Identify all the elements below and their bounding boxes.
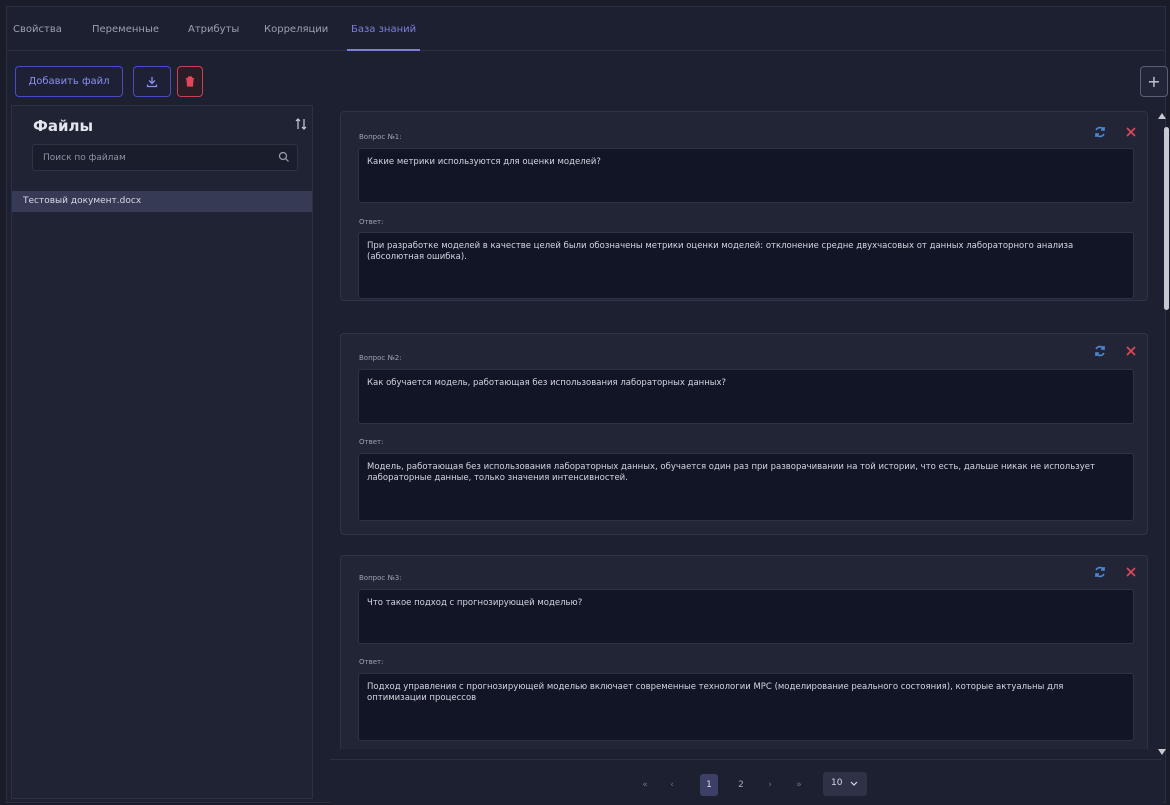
search-icon[interactable] bbox=[278, 151, 290, 163]
tab-properties[interactable]: Свойства bbox=[13, 24, 62, 51]
question-label: Вопрос №3: bbox=[359, 574, 402, 582]
refresh-icon[interactable] bbox=[1093, 344, 1107, 358]
refresh-icon[interactable] bbox=[1093, 125, 1107, 139]
qa-list: Вопрос №1: Какие метрики используются дл… bbox=[324, 105, 1156, 749]
scroll-down-icon[interactable] bbox=[1158, 749, 1166, 755]
app-window: Свойства Переменные Атрибуты Корреляции … bbox=[6, 6, 1169, 805]
first-page-button[interactable]: « bbox=[639, 774, 651, 796]
tab-correlations[interactable]: Корреляции bbox=[264, 24, 328, 51]
question-label: Вопрос №1: bbox=[359, 133, 402, 141]
close-icon[interactable] bbox=[1125, 345, 1137, 357]
delete-button[interactable] bbox=[177, 66, 203, 97]
page-size-select[interactable]: 10 bbox=[823, 772, 867, 796]
question-label: Вопрос №2: bbox=[359, 354, 402, 362]
close-icon[interactable] bbox=[1125, 126, 1137, 138]
answer-field[interactable]: При разработке моделей в качестве целей … bbox=[358, 232, 1134, 299]
close-icon[interactable] bbox=[1125, 566, 1137, 578]
files-sidebar: Файлы Тестовый документ.docx bbox=[11, 105, 313, 799]
last-page-button[interactable]: » bbox=[793, 774, 805, 796]
answer-label: Ответ: bbox=[359, 658, 384, 666]
download-button[interactable] bbox=[133, 66, 171, 97]
file-search-box bbox=[32, 144, 298, 171]
refresh-icon[interactable] bbox=[1093, 565, 1107, 579]
page-2-button[interactable]: 2 bbox=[734, 774, 748, 796]
scrollbar-thumb[interactable] bbox=[1164, 127, 1169, 310]
tab-attributes[interactable]: Атрибуты bbox=[188, 24, 239, 51]
tab-bar: Свойства Переменные Атрибуты Корреляции … bbox=[7, 7, 1165, 51]
trash-icon bbox=[186, 76, 194, 87]
file-list-item[interactable]: Тестовый документ.docx bbox=[12, 191, 312, 212]
file-search-input[interactable] bbox=[33, 145, 273, 170]
tab-variables[interactable]: Переменные bbox=[92, 24, 159, 51]
question-field[interactable]: Какие метрики используются для оценки мо… bbox=[358, 148, 1134, 203]
answer-field[interactable]: Модель, работающая без использования лаб… bbox=[358, 453, 1134, 521]
add-question-button[interactable]: + bbox=[1140, 66, 1168, 97]
page-1-button[interactable]: 1 bbox=[700, 774, 718, 796]
scroll-up-icon[interactable] bbox=[1158, 113, 1166, 119]
answer-field[interactable]: Подход управления с прогнозирующей модел… bbox=[358, 673, 1134, 741]
answer-label: Ответ: bbox=[359, 218, 384, 226]
sidebar-title: Файлы bbox=[33, 117, 94, 135]
pagination: « ‹ 1 2 › » 10 bbox=[330, 759, 1162, 805]
question-field[interactable]: Что такое подход с прогнозирующей модель… bbox=[358, 589, 1134, 644]
page-size-value: 10 bbox=[831, 778, 843, 788]
qa-card: Вопрос №1: Какие метрики используются дл… bbox=[340, 111, 1148, 301]
prev-page-button[interactable]: ‹ bbox=[666, 774, 678, 796]
download-icon bbox=[146, 76, 158, 87]
sort-icon[interactable] bbox=[294, 117, 308, 131]
tab-knowledge-base[interactable]: База знаний bbox=[347, 24, 421, 51]
qa-card: Вопрос №3: Что такое подход с прогнозиру… bbox=[340, 555, 1148, 749]
add-file-button[interactable]: Добавить файл bbox=[15, 66, 123, 97]
qa-card: Вопрос №2: Как обучается модель, работаю… bbox=[340, 333, 1148, 535]
next-page-button[interactable]: › bbox=[764, 774, 776, 796]
answer-label: Ответ: bbox=[359, 438, 384, 446]
chevron-down-icon bbox=[850, 781, 858, 786]
question-field[interactable]: Как обучается модель, работающая без исп… bbox=[358, 369, 1134, 424]
